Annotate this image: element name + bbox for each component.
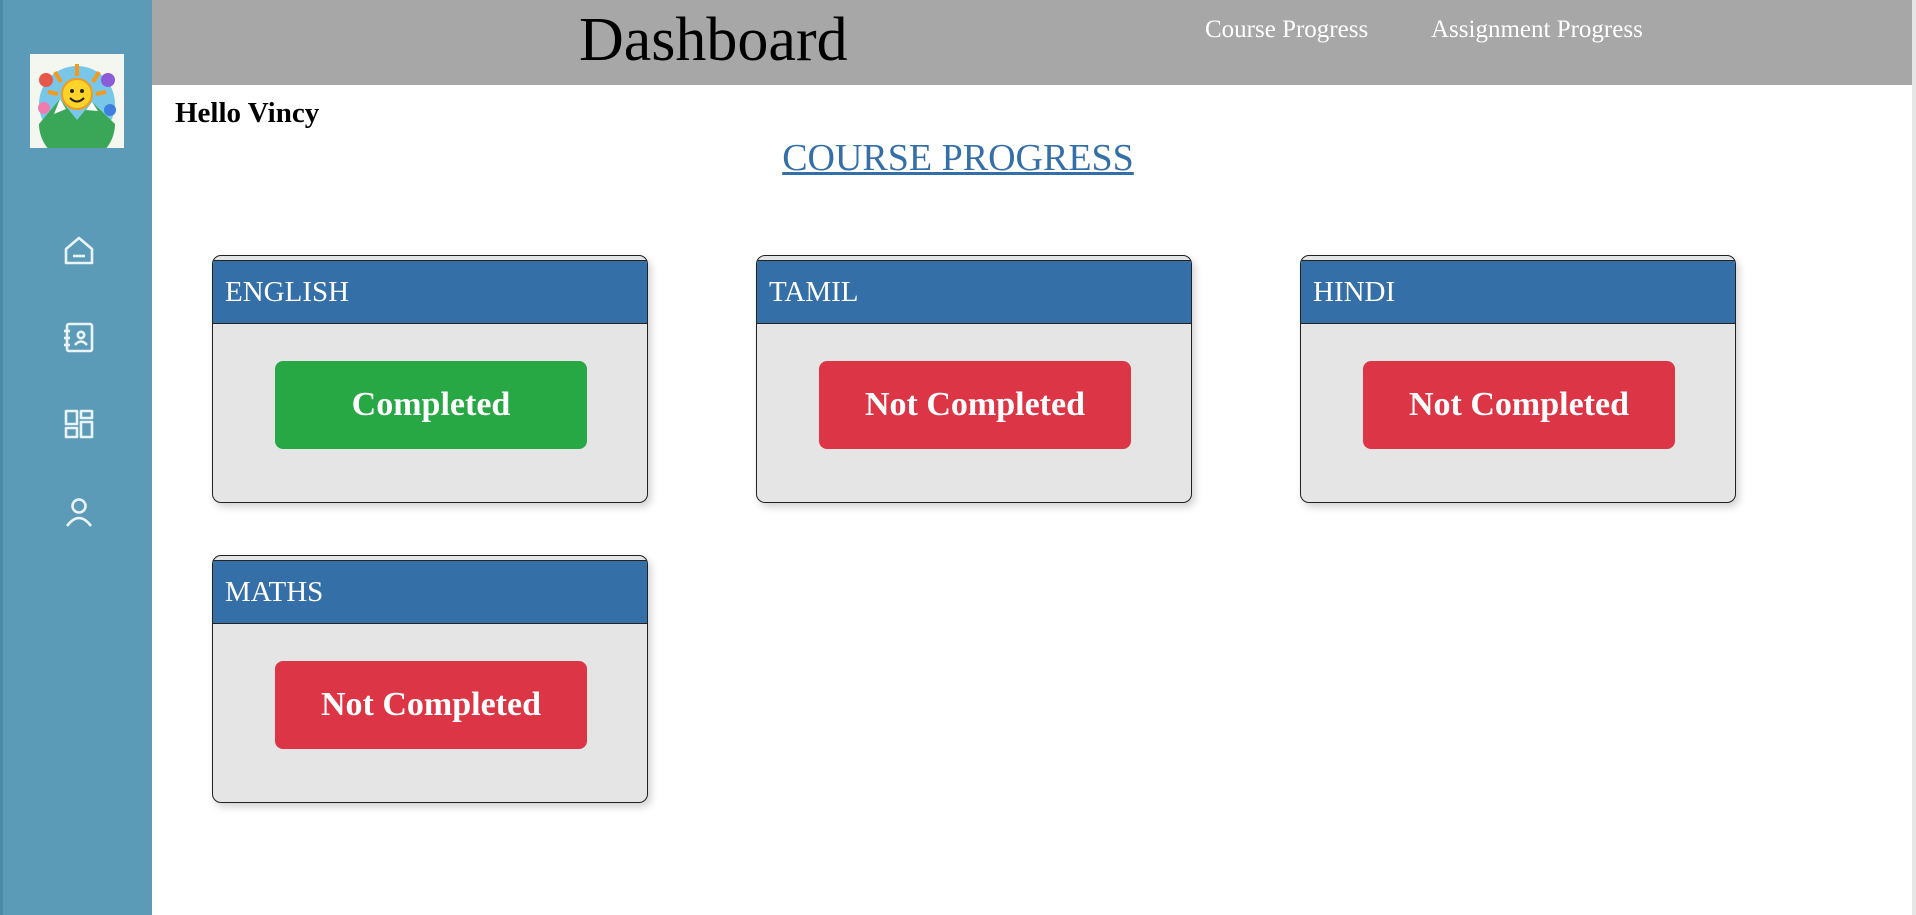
course-name: ENGLISH [225,276,350,308]
course-name: MATHS [225,576,324,608]
user-icon[interactable] [61,494,97,530]
course-card-hindi: HINDI Not Completed [1300,255,1736,503]
dashboard-grid-icon[interactable] [61,406,97,442]
course-card-tamil: TAMIL Not Completed [756,255,1192,503]
contact-card-icon[interactable] [61,319,97,355]
top-bar: Dashboard Course Progress Assignment Pro… [152,0,1912,85]
course-card-header: MATHS [213,560,647,624]
course-card-header: ENGLISH [213,260,647,324]
greeting-text: Hello Vincy [175,97,320,129]
course-card-header: HINDI [1301,260,1735,324]
status-button-not-completed[interactable]: Not Completed [819,361,1131,449]
nav-link-assignment-progress[interactable]: Assignment Progress [1431,14,1643,46]
status-button-completed[interactable]: Completed [275,361,587,449]
course-card-header: TAMIL [757,260,1191,324]
app-frame: Dashboard Course Progress Assignment Pro… [0,0,1916,915]
app-logo [30,54,124,148]
nav-link-course-progress[interactable]: Course Progress [1205,14,1368,46]
status-button-not-completed[interactable]: Not Completed [275,661,587,749]
course-card-maths: MATHS Not Completed [212,555,648,803]
home-icon[interactable] [61,232,97,268]
section-title[interactable]: COURSE PROGRESS [0,136,1916,180]
course-card-english: ENGLISH Completed [212,255,648,503]
status-button-not-completed[interactable]: Not Completed [1363,361,1675,449]
page-title: Dashboard [579,6,848,74]
course-name: HINDI [1313,276,1396,308]
course-name: TAMIL [769,276,859,308]
